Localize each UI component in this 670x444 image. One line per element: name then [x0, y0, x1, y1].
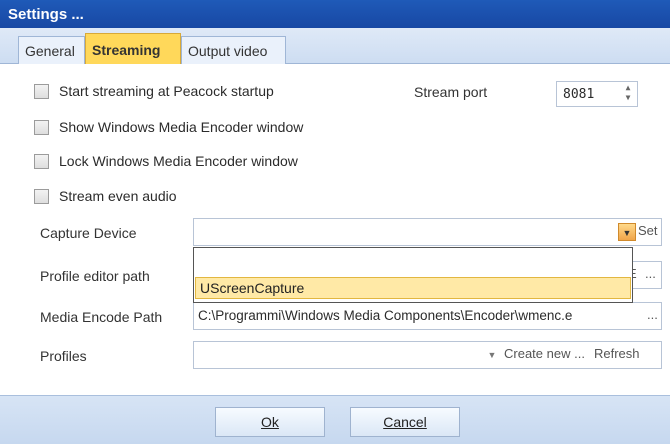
media-encode-path-input[interactable]: C:\Programmi\Windows Media Components\En… [193, 302, 662, 330]
dialog-footer: Ok Cancel [0, 395, 670, 444]
refresh-button[interactable]: Refresh [594, 346, 640, 361]
ok-button[interactable]: Ok [215, 407, 325, 437]
lock-encoder-checkbox[interactable] [34, 153, 49, 169]
tab-streaming[interactable]: Streaming [85, 33, 181, 65]
start-streaming-checkbox[interactable] [34, 83, 49, 99]
cancel-button[interactable]: Cancel [350, 407, 460, 437]
tab-output-video[interactable]: Output video [181, 36, 286, 64]
stream-audio-checkbox[interactable] [34, 188, 49, 204]
tab-strip: General Streaming Output video [0, 28, 670, 65]
media-encode-path-label: Media Encode Path [40, 309, 163, 325]
profile-editor-path-label: Profile editor path [40, 268, 150, 284]
chevron-down-icon[interactable]: ▼ [483, 346, 501, 364]
dropdown-item-uscreencapture[interactable]: UScreenCapture [195, 277, 631, 299]
profiles-select[interactable]: ▼ Create new ... Refresh [193, 341, 662, 369]
cancel-button-label: Cancel [383, 414, 427, 430]
tab-general[interactable]: General [18, 36, 85, 64]
option-show-encoder[interactable]: Show Windows Media Encoder window [34, 116, 303, 138]
show-encoder-checkbox[interactable] [34, 119, 49, 135]
set-button[interactable]: Set [638, 223, 658, 238]
show-encoder-label: Show Windows Media Encoder window [59, 119, 304, 135]
ok-button-label: Ok [261, 414, 279, 430]
stream-port-label: Stream port [414, 84, 488, 100]
stream-port-stepper[interactable]: 8081 ▲ ▼ [556, 81, 638, 107]
profile-editor-browse-button[interactable]: ... [645, 266, 656, 281]
capture-device-select[interactable]: ▼ Set [193, 218, 662, 246]
chevron-down-icon[interactable]: ▼ [618, 223, 636, 241]
create-new-button[interactable]: Create new ... [504, 346, 585, 361]
capture-device-dropdown-list: UScreenCapture [193, 247, 633, 303]
profiles-label: Profiles [40, 348, 87, 364]
window-title: Settings ... [0, 0, 670, 28]
media-encode-browse-button[interactable]: ... [645, 307, 658, 322]
stepper-arrows-icon[interactable]: ▲ ▼ [620, 83, 636, 105]
media-encode-path-value: C:\Programmi\Windows Media Components\En… [198, 308, 573, 323]
option-lock-encoder[interactable]: Lock Windows Media Encoder window [34, 150, 298, 172]
capture-device-label: Capture Device [40, 225, 137, 241]
lock-encoder-label: Lock Windows Media Encoder window [59, 153, 298, 169]
start-streaming-label: Start streaming at Peacock startup [59, 83, 274, 99]
option-stream-audio[interactable]: Stream even audio [34, 185, 177, 207]
option-start-streaming[interactable]: Start streaming at Peacock startup [34, 80, 274, 102]
stream-port-value: 8081 [563, 87, 595, 102]
stream-audio-label: Stream even audio [59, 188, 177, 204]
